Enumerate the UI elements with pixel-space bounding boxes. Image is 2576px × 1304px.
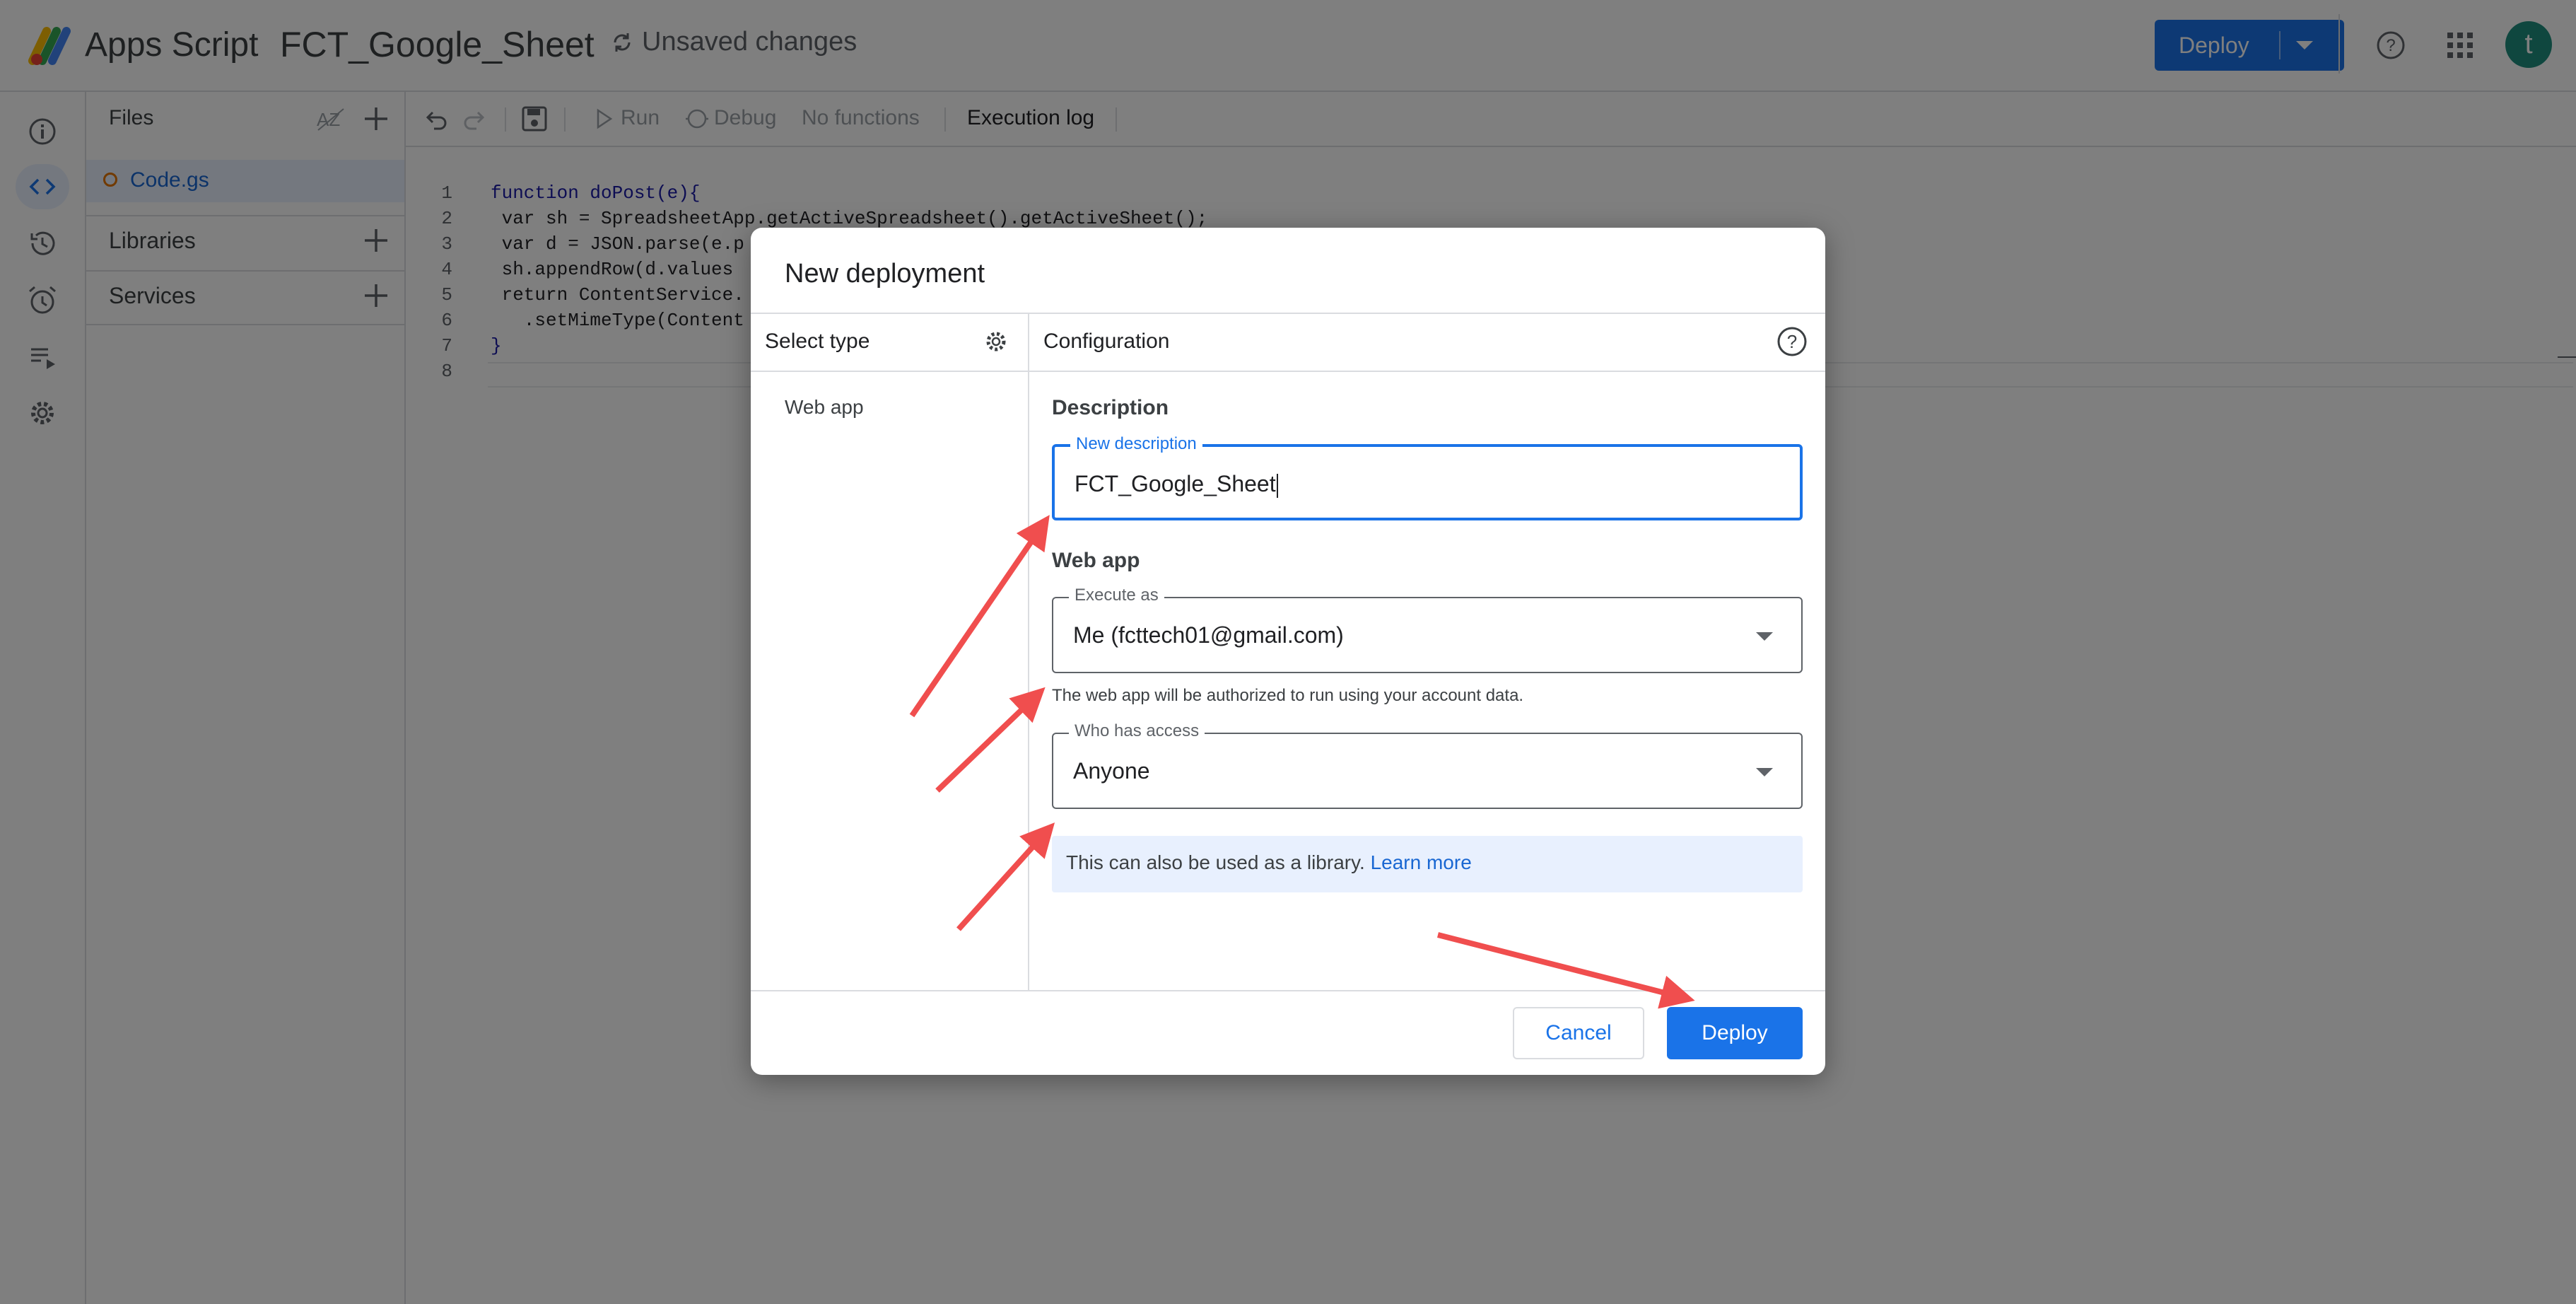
arrow-to-deploy-button: [1437, 932, 1695, 1009]
arrow-to-description: [909, 515, 1050, 718]
annotation-arrows: [909, 515, 1695, 1009]
arrow-to-who-has-access: [956, 822, 1055, 931]
arrow-to-execute-as: [935, 687, 1046, 793]
